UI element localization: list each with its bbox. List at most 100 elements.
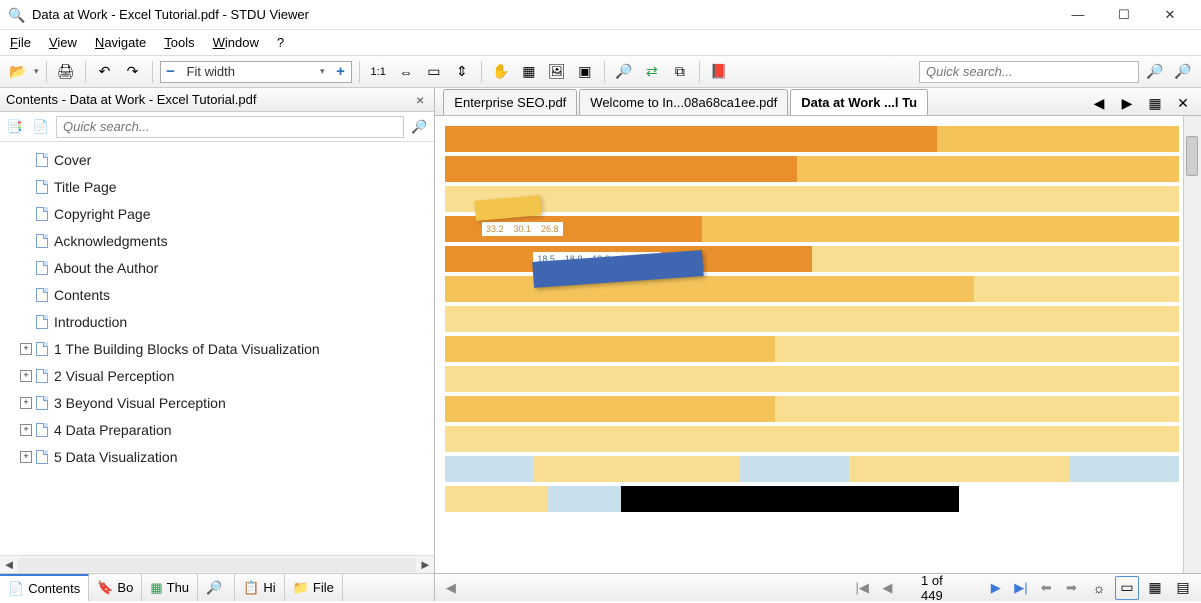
tree-item[interactable]: About the Author bbox=[2, 254, 432, 281]
expand-spacer bbox=[20, 316, 32, 328]
doc-tab-1[interactable]: Welcome to In...08a68ca1ee.pdf bbox=[579, 89, 788, 115]
menu-help[interactable]: ? bbox=[277, 35, 284, 50]
expand-icon[interactable]: + bbox=[20, 397, 32, 409]
doc-tab-0[interactable]: Enterprise SEO.pdf bbox=[443, 89, 577, 115]
fit-width-icon[interactable]: ⇔ bbox=[394, 60, 418, 84]
vertical-scrollbar[interactable] bbox=[1183, 116, 1201, 573]
pan-tool-button[interactable]: ✋ bbox=[489, 60, 513, 84]
page-icon bbox=[36, 288, 48, 302]
menu-file[interactable]: File bbox=[10, 35, 31, 50]
tabs-next-button[interactable]: ▶ bbox=[1115, 91, 1139, 115]
print-button[interactable]: 🖨 bbox=[54, 60, 78, 84]
expand-icon[interactable]: + bbox=[20, 424, 32, 436]
menu-bar: File View Navigate Tools Window ? bbox=[0, 30, 1201, 56]
expand-icon[interactable]: + bbox=[20, 370, 32, 382]
chart-stripe bbox=[445, 336, 1179, 362]
menu-view[interactable]: View bbox=[49, 35, 77, 50]
select-region-button[interactable]: ▣ bbox=[573, 60, 597, 84]
rotate-right-button[interactable]: ↷ bbox=[121, 60, 145, 84]
expand-icon[interactable]: + bbox=[20, 451, 32, 463]
sidebar-header: Contents - Data at Work - Excel Tutorial… bbox=[0, 88, 434, 112]
history-back-button[interactable]: ⬅ bbox=[1037, 577, 1056, 599]
tree-item[interactable]: +1 The Building Blocks of Data Visualiza… bbox=[2, 335, 432, 362]
expand-icon[interactable]: + bbox=[20, 343, 32, 355]
find-button[interactable]: 🔎 bbox=[612, 60, 636, 84]
collapse-all-icon[interactable]: 📄 bbox=[30, 116, 52, 138]
swap-button[interactable]: ⇄ bbox=[640, 60, 664, 84]
double-page-view-button[interactable]: ▦ bbox=[1143, 576, 1167, 600]
tree-item[interactable]: Acknowledgments bbox=[2, 227, 432, 254]
search-prev-button[interactable]: 🔎 bbox=[1143, 60, 1167, 84]
tab-bookmarks[interactable]: 🔖Bo bbox=[89, 574, 142, 601]
menu-navigate[interactable]: Navigate bbox=[95, 35, 146, 50]
last-page-button[interactable]: ▶| bbox=[1011, 577, 1030, 599]
tree-item[interactable]: Introduction bbox=[2, 308, 432, 335]
chart-stripe bbox=[445, 396, 1179, 422]
tree-item[interactable]: +4 Data Preparation bbox=[2, 416, 432, 443]
zoom-mode-dropdown[interactable]: Fit width▾ bbox=[181, 64, 331, 79]
continuous-view-button[interactable]: ▤ bbox=[1171, 576, 1195, 600]
tree-item[interactable]: +5 Data Visualization bbox=[2, 443, 432, 470]
zoom-in-button[interactable]: + bbox=[331, 62, 351, 82]
next-page-button[interactable]: ▶ bbox=[986, 577, 1005, 599]
page-icon bbox=[36, 153, 48, 167]
close-button[interactable]: ✕ bbox=[1147, 0, 1193, 30]
page-icon bbox=[36, 261, 48, 275]
open-file-button[interactable]: 📂 bbox=[6, 60, 30, 84]
fit-page-icon[interactable]: ▭ bbox=[422, 60, 446, 84]
sidebar-search-input[interactable] bbox=[56, 116, 404, 138]
expand-all-icon[interactable]: 📑 bbox=[4, 116, 26, 138]
prev-page-button[interactable]: ◀ bbox=[878, 577, 897, 599]
tree-item[interactable]: Copyright Page bbox=[2, 200, 432, 227]
tab-search[interactable]: 🔎 bbox=[198, 574, 235, 601]
tabs-grid-button[interactable]: ▦ bbox=[1143, 91, 1167, 115]
single-page-view-button[interactable]: ▭ bbox=[1115, 576, 1139, 600]
bookmark-button[interactable]: 📕 bbox=[707, 60, 731, 84]
fit-height-icon[interactable]: ⇕ bbox=[450, 60, 474, 84]
menu-tools[interactable]: Tools bbox=[164, 35, 194, 50]
tree-item-label: Introduction bbox=[54, 314, 127, 330]
tree-item-label: 1 The Building Blocks of Data Visualizat… bbox=[54, 341, 320, 357]
quick-search-input[interactable] bbox=[919, 61, 1139, 83]
tree-item[interactable]: +2 Visual Perception bbox=[2, 362, 432, 389]
maximize-button[interactable]: ☐ bbox=[1101, 0, 1147, 30]
tree-item-label: Contents bbox=[54, 287, 110, 303]
zoom-out-button[interactable]: − bbox=[161, 62, 181, 82]
chart-stripe bbox=[445, 126, 1179, 152]
tab-files[interactable]: 📁File bbox=[285, 574, 343, 601]
brightness-button[interactable]: ☼ bbox=[1087, 576, 1111, 600]
snapshot-button[interactable]: 🖼 bbox=[545, 60, 569, 84]
first-page-button[interactable]: |◀ bbox=[853, 577, 872, 599]
contents-tree[interactable]: CoverTitle PageCopyright PageAcknowledgm… bbox=[0, 142, 434, 555]
document-viewer[interactable]: 33.230.126.818.518.919.31919.5 bbox=[435, 116, 1201, 573]
tabs-prev-button[interactable]: ◀ bbox=[1087, 91, 1111, 115]
tree-item[interactable]: Title Page bbox=[2, 173, 432, 200]
rotate-left-button[interactable]: ↶ bbox=[93, 60, 117, 84]
copy-button[interactable]: ⧉ bbox=[668, 60, 692, 84]
search-next-button[interactable]: 🔎 bbox=[1171, 60, 1195, 84]
actual-size-button[interactable]: 1:1 bbox=[367, 60, 390, 84]
app-icon: 🔍 bbox=[8, 7, 24, 23]
minimize-button[interactable]: — bbox=[1055, 0, 1101, 30]
tree-item[interactable]: +3 Beyond Visual Perception bbox=[2, 389, 432, 416]
page-icon bbox=[36, 234, 48, 248]
tree-item[interactable]: Cover bbox=[2, 146, 432, 173]
doc-tab-2[interactable]: Data at Work ...l Tu bbox=[790, 89, 928, 115]
sidebar-close-button[interactable]: × bbox=[412, 92, 428, 108]
tabs-close-button[interactable]: ✕ bbox=[1171, 91, 1195, 115]
tree-horizontal-scrollbar[interactable]: ◄► bbox=[0, 555, 434, 573]
select-text-button[interactable]: ▦ bbox=[517, 60, 541, 84]
main-area: Enterprise SEO.pdf Welcome to In...08a68… bbox=[435, 88, 1201, 601]
tree-item[interactable]: Contents bbox=[2, 281, 432, 308]
panel-toggle-button[interactable]: ◀ bbox=[441, 577, 460, 599]
chart-stripe bbox=[445, 306, 1179, 332]
page-icon bbox=[36, 342, 48, 356]
sidebar-tabs: 📄Contents 🔖Bo ▦Thu 🔎 📋Hi 📁File bbox=[0, 573, 434, 601]
menu-window[interactable]: Window bbox=[213, 35, 259, 50]
page-indicator: 1 of 449 bbox=[903, 573, 980, 603]
tab-highlights[interactable]: 📋Hi bbox=[235, 574, 284, 601]
history-forward-button[interactable]: ➡ bbox=[1062, 577, 1081, 599]
tab-thumbnails[interactable]: ▦Thu bbox=[142, 574, 198, 601]
sidebar-search-go-icon[interactable]: 🔎 bbox=[408, 116, 430, 138]
tab-contents[interactable]: 📄Contents bbox=[0, 574, 89, 601]
